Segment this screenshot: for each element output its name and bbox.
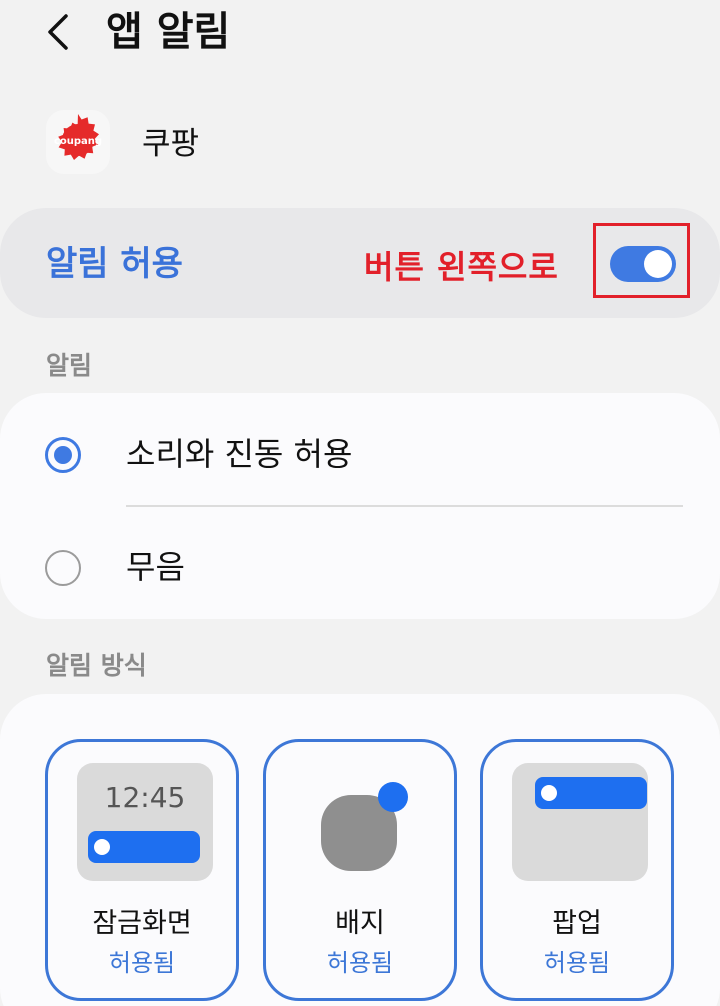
radio-selected-icon[interactable] (45, 437, 81, 473)
option-sound-vibration[interactable]: 소리와 진동 허용 (0, 413, 720, 503)
tile-name: 팝업 (552, 908, 602, 939)
app-icon-text: coupang (54, 136, 102, 147)
tile-popup[interactable]: 팝업 허용됨 (480, 739, 674, 1001)
app-info-row: coupang 쿠팡 (0, 104, 720, 184)
tile-name: 배지 (335, 908, 385, 939)
option-label: 무음 (126, 548, 185, 586)
back-button[interactable] (38, 8, 82, 56)
allow-notifications-label: 알림 허용 (46, 244, 183, 284)
allow-notifications-toggle[interactable] (610, 246, 676, 282)
preview-notification-bar (88, 831, 200, 863)
toggle-knob (644, 250, 672, 278)
app-name: 쿠팡 (142, 126, 200, 162)
option-silent[interactable]: 무음 (0, 526, 720, 616)
notification-style-card: 12:45 잠금화면 허용됨 배지 허용됨 팝업 허용됨 (0, 694, 720, 1006)
badge-preview-icon (318, 782, 408, 872)
annotation-text: 버튼 왼쪽으로 (364, 248, 559, 286)
tile-status: 허용됨 (543, 949, 611, 977)
page-title: 앱 알림 (106, 9, 231, 55)
preview-popup-bar (535, 777, 647, 809)
radio-unselected-icon[interactable] (45, 550, 81, 586)
preview-clock: 12:45 (104, 781, 186, 814)
style-section-label: 알림 방식 (46, 651, 147, 680)
app-notifications-screen: 앱 알림 coupang 쿠팡 알림 허용 버튼 왼쪽으로 알림 소리와 진동 … (0, 0, 720, 1006)
divider (126, 505, 683, 507)
chevron-left-icon (48, 14, 68, 50)
allow-notifications-card[interactable]: 알림 허용 버튼 왼쪽으로 (0, 208, 720, 318)
option-label: 소리와 진동 허용 (126, 435, 353, 473)
tile-name: 잠금화면 (92, 908, 192, 939)
popup-preview-icon (512, 763, 648, 881)
tile-badge[interactable]: 배지 허용됨 (263, 739, 457, 1001)
alert-options-card: 소리와 진동 허용 무음 (0, 393, 720, 619)
tile-lock-screen[interactable]: 12:45 잠금화면 허용됨 (45, 739, 239, 1001)
tile-status: 허용됨 (326, 949, 394, 977)
alerts-section-label: 알림 (46, 351, 93, 380)
coupang-app-icon: coupang (46, 110, 110, 174)
tile-status: 허용됨 (108, 949, 176, 977)
header: 앱 알림 (0, 0, 720, 80)
lock-screen-preview-icon: 12:45 (77, 763, 213, 881)
